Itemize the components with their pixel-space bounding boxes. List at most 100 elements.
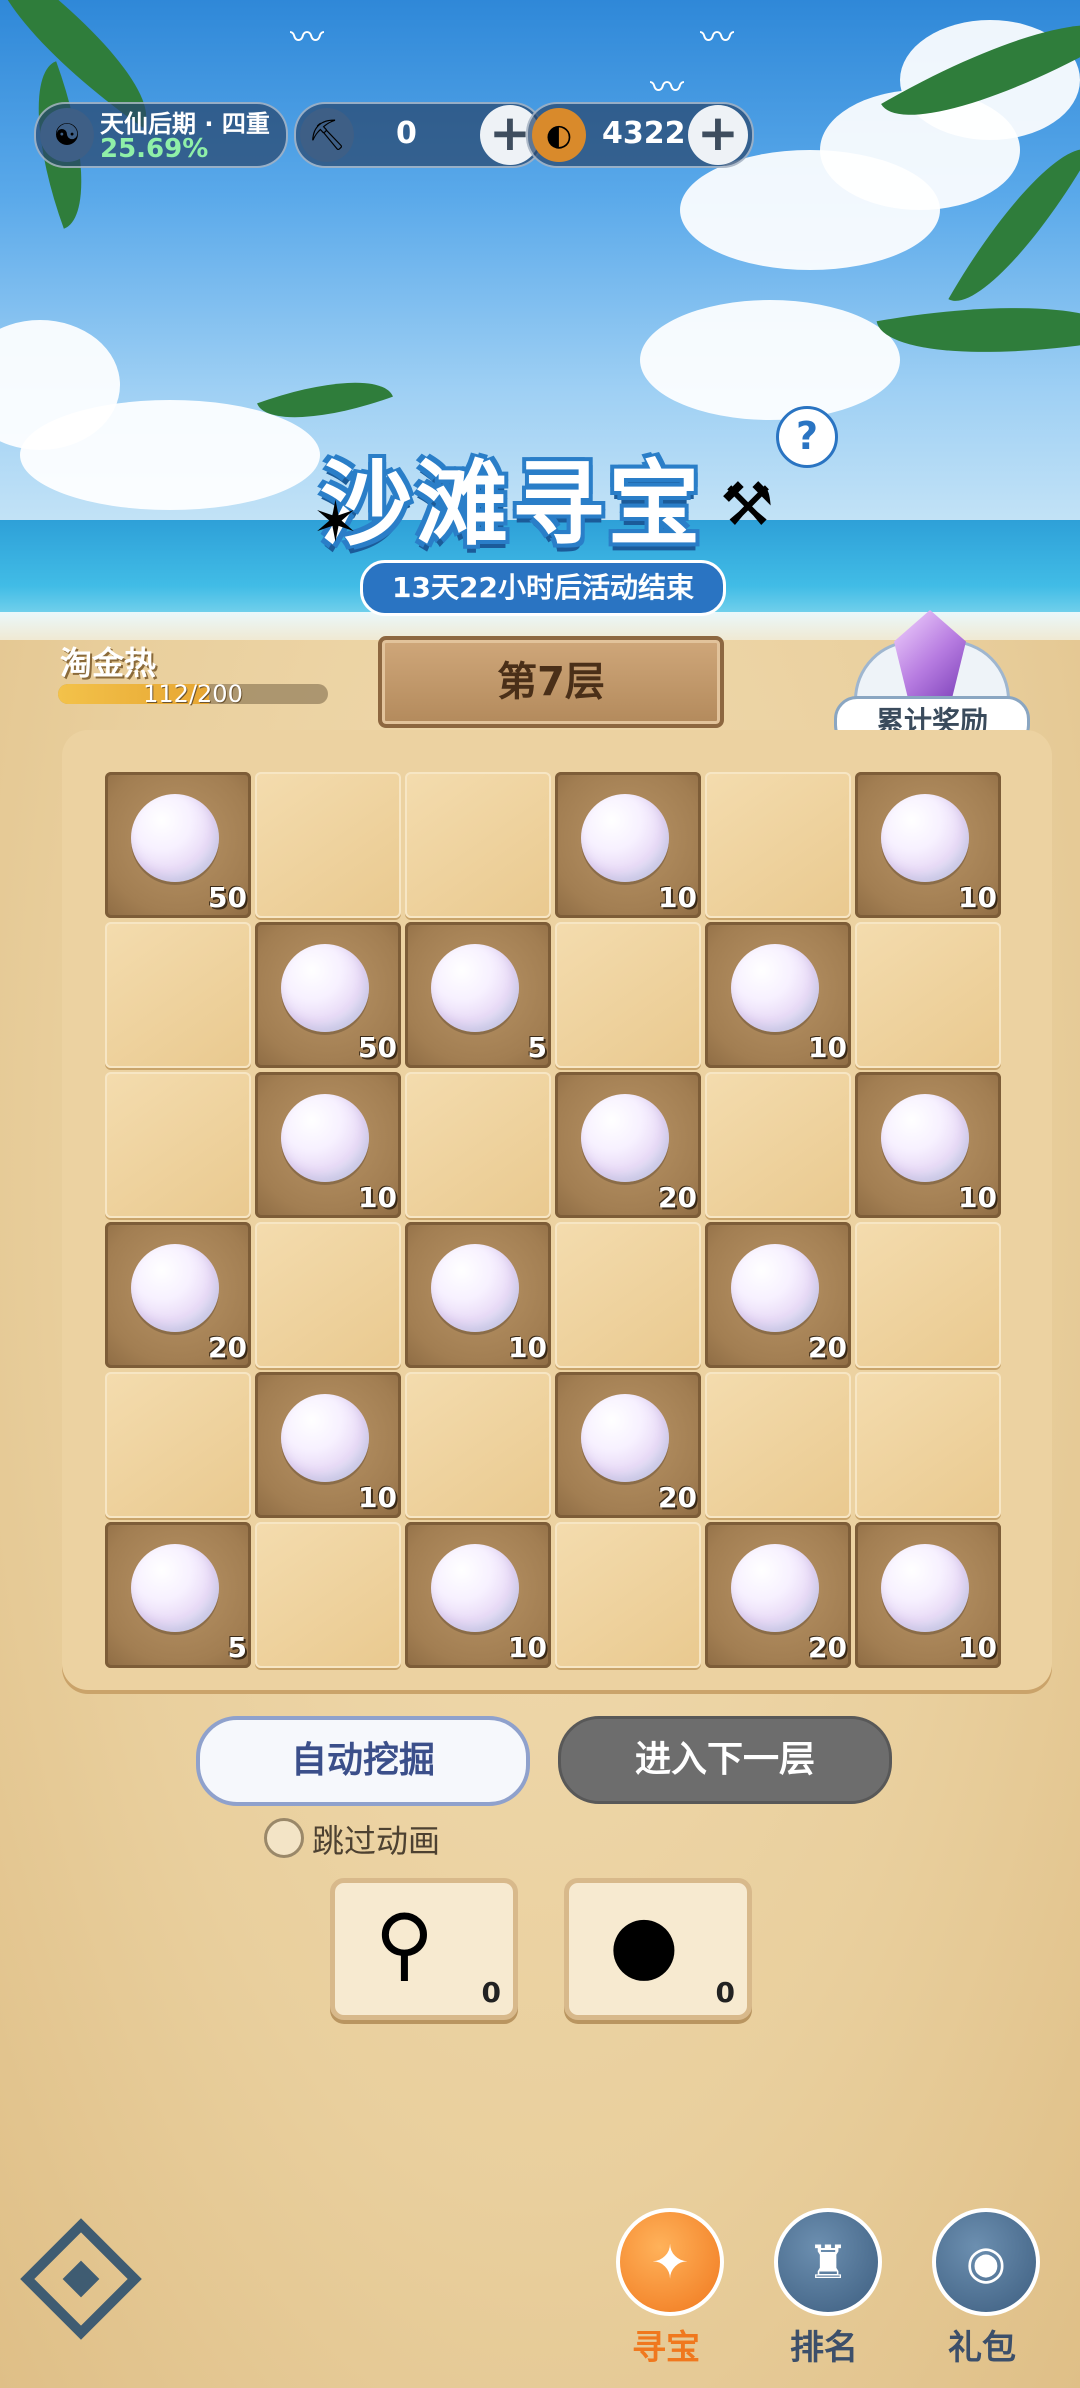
pearl-icon xyxy=(281,1094,369,1182)
nav-treasure[interactable]: ✦ 寻宝 xyxy=(606,2208,726,2378)
sand-shovel-icon: ⚒ xyxy=(720,470,774,540)
opened-cell: 5 xyxy=(105,1522,251,1668)
sand-cell[interactable] xyxy=(555,922,701,1068)
pearl-icon xyxy=(131,1244,219,1332)
shovel-icon: ⛏ xyxy=(300,108,354,162)
help-button[interactable]: ? xyxy=(776,406,838,468)
seagull-icon: 〰 xyxy=(290,18,324,58)
sand-cell[interactable] xyxy=(105,1072,251,1218)
pearl-count: 50 xyxy=(208,881,247,914)
sand-cell[interactable] xyxy=(105,922,251,1068)
pearl-count: 10 xyxy=(808,1031,847,1064)
sand-cell[interactable] xyxy=(705,772,851,918)
nav-gift-pack[interactable]: ◉ 礼包 xyxy=(922,2208,1042,2378)
pearl-icon xyxy=(581,794,669,882)
floor-label: 第7层 xyxy=(497,659,605,705)
treasure-icon: ✦ xyxy=(616,2208,724,2316)
pearl-count: 10 xyxy=(958,1181,997,1214)
event-title: 沙滩寻宝 xyxy=(320,451,705,558)
pearl-icon xyxy=(431,944,519,1032)
pearl-icon xyxy=(731,944,819,1032)
pearl-icon xyxy=(281,1394,369,1482)
magnifier-count: 0 xyxy=(481,1976,501,2009)
opened-cell: 10 xyxy=(255,1072,401,1218)
auto-dig-button[interactable]: 自动挖掘 xyxy=(196,1716,530,1806)
pearl-icon xyxy=(131,794,219,882)
pearl-count: 10 xyxy=(958,1631,997,1664)
sand-cell[interactable] xyxy=(105,1372,251,1518)
pearl-icon xyxy=(431,1244,519,1332)
heat-progress-text: 112/200 xyxy=(143,680,243,708)
pearl-icon xyxy=(581,1094,669,1182)
opened-cell: 20 xyxy=(705,1522,851,1668)
seagull-icon: 〰 xyxy=(700,18,734,58)
sand-cell[interactable] xyxy=(255,1222,401,1368)
shovel-count: 0 xyxy=(396,116,417,151)
opened-cell: 5 xyxy=(405,922,551,1068)
opened-cell: 20 xyxy=(105,1222,251,1368)
opened-cell: 20 xyxy=(555,1372,701,1518)
add-coin-button[interactable]: + xyxy=(688,105,748,165)
pearl-icon xyxy=(881,1094,969,1182)
coin-icon: ◐ xyxy=(532,108,586,162)
pearl-icon xyxy=(431,1544,519,1632)
pearl-count: 20 xyxy=(808,1631,847,1664)
nav-ranking[interactable]: ♜ 排名 xyxy=(764,2208,884,2378)
sand-cell[interactable] xyxy=(855,1372,1001,1518)
pearl-count: 10 xyxy=(358,1481,397,1514)
opened-cell: 50 xyxy=(105,772,251,918)
pearl-icon xyxy=(131,1544,219,1632)
pearl-count: 50 xyxy=(358,1031,397,1064)
starfish-icon: ✶ xyxy=(312,490,359,555)
sand-cell[interactable] xyxy=(705,1372,851,1518)
accumulated-reward-button[interactable]: 累计奖励 xyxy=(834,600,1030,750)
opened-cell: 10 xyxy=(855,772,1001,918)
magnifier-icon: ⚲ xyxy=(375,1897,434,1990)
sand-cell[interactable] xyxy=(555,1522,701,1668)
pearl-count: 10 xyxy=(508,1631,547,1664)
bottom-nav: ✦ 寻宝 ♜ 排名 ◉ 礼包 xyxy=(0,2190,1080,2388)
bomb-icon: ● xyxy=(609,1897,679,1990)
skip-animation-radio[interactable] xyxy=(264,1818,304,1858)
sand-cell[interactable] xyxy=(855,922,1001,1068)
cloud xyxy=(640,300,900,420)
pearl-icon xyxy=(881,1544,969,1632)
opened-cell: 10 xyxy=(405,1522,551,1668)
event-countdown: 13天22小时后活动结束 xyxy=(360,560,726,616)
coin-resource: ◐ 4322 + xyxy=(526,102,754,168)
bomb-tool-button[interactable]: ● 0 xyxy=(564,1878,752,2020)
opened-cell: 20 xyxy=(555,1072,701,1218)
opened-cell: 10 xyxy=(855,1072,1001,1218)
pearl-count: 10 xyxy=(358,1181,397,1214)
opened-cell: 20 xyxy=(705,1222,851,1368)
dig-grid: 50 10 10 50 5 10 10 20 10 20 10 20 10 20 5 10 20 10 xyxy=(105,772,1005,1672)
magnifier-tool-button[interactable]: ⚲ 0 xyxy=(330,1878,518,2020)
pearl-count: 20 xyxy=(208,1331,247,1364)
sand-cell[interactable] xyxy=(255,1522,401,1668)
sand-cell[interactable] xyxy=(555,1222,701,1368)
bomb-count: 0 xyxy=(715,1976,735,2009)
sand-cell[interactable] xyxy=(855,1222,1001,1368)
next-floor-button[interactable]: 进入下一层 xyxy=(558,1716,892,1804)
sand-cell[interactable] xyxy=(405,772,551,918)
pearl-icon xyxy=(281,944,369,1032)
sand-cell[interactable] xyxy=(405,1072,551,1218)
opened-cell: 10 xyxy=(555,772,701,918)
pearl-icon xyxy=(581,1394,669,1482)
pearl-count: 20 xyxy=(658,1481,697,1514)
sand-cell[interactable] xyxy=(255,772,401,918)
pearl-count: 10 xyxy=(508,1331,547,1364)
nav-treasure-label: 寻宝 xyxy=(632,2328,700,2368)
skip-animation-label: 跳过动画 xyxy=(312,1822,441,1860)
pearl-icon xyxy=(731,1544,819,1632)
pearl-count: 10 xyxy=(958,881,997,914)
pearl-count: 5 xyxy=(227,1631,247,1664)
pearl-icon xyxy=(881,794,969,882)
nav-ranking-label: 排名 xyxy=(790,2328,858,2368)
gift-pack-icon: ◉ xyxy=(932,2208,1040,2316)
sand-cell[interactable] xyxy=(405,1372,551,1518)
sand-cell[interactable] xyxy=(705,1072,851,1218)
pearl-count: 20 xyxy=(658,1181,697,1214)
opened-cell: 10 xyxy=(855,1522,1001,1668)
realm-progress-percent: 25.69% xyxy=(100,134,209,164)
